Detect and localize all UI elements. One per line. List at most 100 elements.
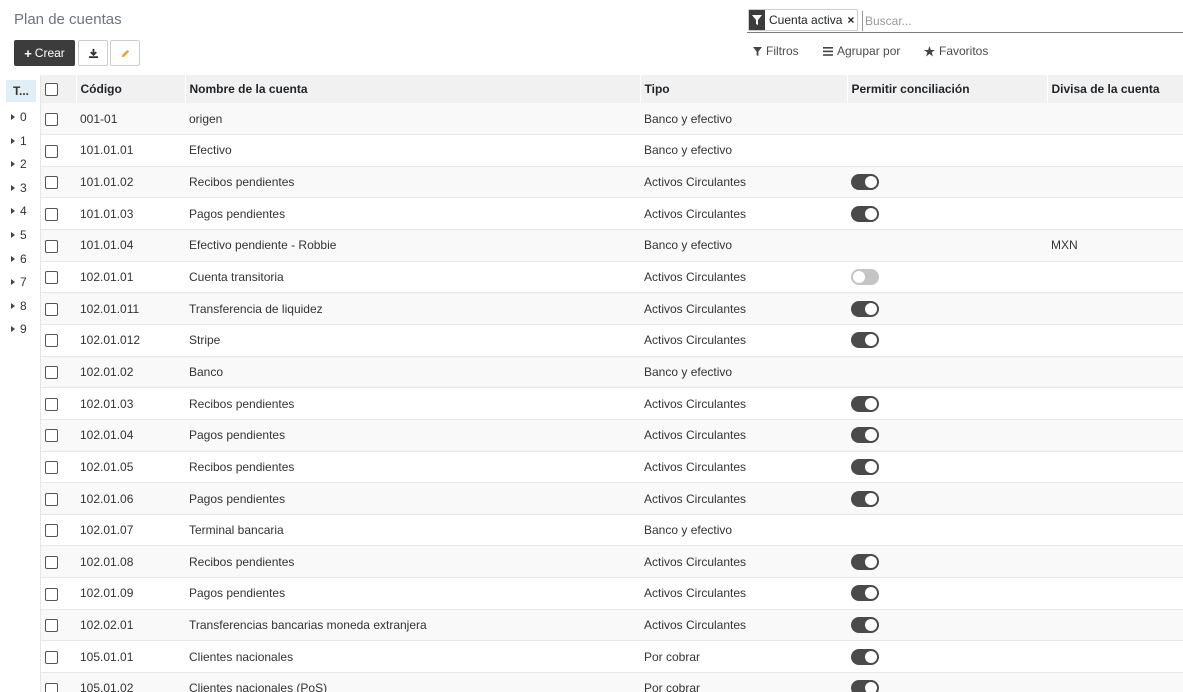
table-row[interactable]: 102.01.04 Pagos pendientes Activos Circula… [41, 419, 1183, 452]
row-select-cell [41, 388, 76, 420]
row-checkbox[interactable] [45, 302, 58, 316]
row-checkbox[interactable] [45, 682, 58, 692]
table-row[interactable]: 102.01.03 Recibos pendientes Activos Circu… [41, 387, 1183, 420]
cell-reconcile [847, 261, 1047, 293]
sidebar-item-8[interactable]: 8 [11, 299, 27, 313]
reconcile-toggle[interactable] [851, 648, 879, 665]
table-row[interactable]: 102.01.07 Terminal bancaria Banco y efecti… [41, 514, 1183, 546]
download-button[interactable] [78, 40, 108, 66]
row-checkbox[interactable] [45, 619, 58, 633]
filters-button[interactable]: Filtros [753, 44, 799, 58]
row-select-cell [41, 198, 76, 230]
cell-type: Banco y efectivo [644, 238, 733, 253]
cell-code: 102.01.03 [80, 396, 134, 411]
sidebar-item-9[interactable]: 9 [11, 322, 27, 336]
column-header-currency[interactable]: Divisa de la cuenta [1047, 75, 1183, 103]
column-header-reconcile[interactable]: Permitir conciliación [847, 75, 1048, 103]
favorites-button[interactable]: Favoritos [924, 44, 988, 58]
search-facet[interactable]: Cuenta activa × [748, 9, 859, 31]
table-row[interactable]: 101.01.04 Efectivo pendiente - Robbie Banc… [41, 229, 1183, 262]
row-select-cell [41, 230, 76, 262]
reconcile-toggle[interactable] [851, 617, 879, 634]
row-checkbox[interactable] [45, 555, 58, 569]
cell-type: Activos Circulantes [644, 618, 747, 633]
select-all-cell [41, 75, 77, 103]
table-row[interactable]: 001-01 origen Banco y efectivo [41, 103, 1183, 135]
sidebar-item-3[interactable]: 3 [11, 181, 27, 195]
reconcile-toggle[interactable] [851, 205, 879, 222]
table-row[interactable]: 102.01.02 Banco Banco y efectivo [41, 356, 1183, 388]
row-checkbox[interactable] [45, 239, 58, 253]
row-checkbox[interactable] [45, 207, 58, 221]
row-checkbox[interactable] [45, 271, 58, 285]
reconcile-toggle[interactable] [851, 680, 879, 692]
table-row[interactable]: 101.01.01 Efectivo Banco y efectivo [41, 134, 1183, 167]
row-checkbox[interactable] [45, 366, 58, 380]
row-select-cell [41, 578, 76, 610]
table-row[interactable]: 102.01.06 Pagos pendientes Activos Circula… [41, 482, 1183, 515]
edit-button[interactable] [110, 40, 140, 66]
row-checkbox[interactable] [45, 587, 58, 601]
table-row[interactable]: 102.01.011 Transferencia de liquidez Activ… [41, 292, 1183, 325]
cell-code: 102.01.05 [80, 459, 134, 474]
row-checkbox[interactable] [45, 112, 58, 126]
select-all-checkbox[interactable] [45, 83, 58, 97]
reconcile-toggle[interactable] [851, 458, 879, 475]
cell-type: Por cobrar [644, 681, 701, 692]
cell-name: Recibos pendientes [189, 175, 295, 190]
table-row[interactable]: 102.01.012 Stripe Activos Circulantes [41, 324, 1183, 357]
reconcile-toggle[interactable] [851, 269, 879, 286]
table-row[interactable]: 101.01.03 Pagos pendientes Activos Circula… [41, 197, 1183, 230]
caret-right-icon [11, 255, 15, 262]
cell-code: 102.01.06 [80, 491, 134, 506]
table-row[interactable]: 105.01.02 Clientes nacionales (PoS) Por co… [41, 672, 1183, 692]
cell-reconcile [847, 451, 1047, 483]
reconcile-toggle[interactable] [851, 174, 879, 191]
cell-code: 102.01.01 [80, 270, 134, 285]
row-checkbox[interactable] [45, 461, 58, 475]
table-row[interactable]: 102.02.01 Transferencias bancarias moneda… [41, 609, 1183, 641]
reconcile-toggle[interactable] [851, 395, 879, 412]
reconcile-toggle[interactable] [851, 427, 879, 444]
table-row[interactable]: 102.01.01 Cuenta transitoria Activos Circu… [41, 261, 1183, 293]
create-button[interactable]: + Crear [14, 40, 75, 66]
sidebar-item-2[interactable]: 2 [11, 157, 27, 171]
row-checkbox[interactable] [45, 524, 58, 538]
cell-type: Banco y efectivo [644, 364, 733, 379]
sidebar-item-0[interactable]: 0 [11, 110, 27, 124]
sidebar-item-label: 9 [20, 322, 27, 337]
close-icon[interactable]: × [845, 10, 857, 30]
table-row[interactable]: 102.01.05 Recibos pendientes Activos Circu… [41, 451, 1183, 483]
row-checkbox[interactable] [45, 492, 58, 506]
sidebar-item-5[interactable]: 5 [11, 228, 27, 242]
sidebar-item-label: 6 [20, 251, 27, 266]
sidebar-item-4[interactable]: 4 [11, 204, 27, 218]
sidebar-item-1[interactable]: 1 [11, 134, 27, 148]
row-checkbox[interactable] [45, 334, 58, 348]
reconcile-toggle[interactable] [851, 553, 879, 570]
cell-currency [1047, 578, 1183, 610]
table-row[interactable]: 101.01.02 Recibos pendientes Activos Circu… [41, 166, 1183, 198]
table-row[interactable]: 105.01.01 Clientes nacionales Por cobrar [41, 640, 1183, 673]
search-input[interactable] [862, 11, 1180, 31]
sidebar-item-label: 3 [20, 180, 27, 195]
accounts-table: Código Nombre de la cuenta Tipo Permitir… [41, 75, 1183, 692]
row-checkbox[interactable] [45, 650, 58, 664]
row-checkbox[interactable] [45, 397, 58, 411]
reconcile-toggle[interactable] [851, 585, 879, 602]
reconcile-toggle[interactable] [851, 300, 879, 317]
sidebar-item-7[interactable]: 7 [11, 275, 27, 289]
row-checkbox[interactable] [45, 144, 58, 158]
table-row[interactable]: 102.01.08 Recibos pendientes Activos Circu… [41, 545, 1183, 578]
reconcile-toggle[interactable] [851, 332, 879, 349]
group-by-button[interactable]: Agrupar por [823, 44, 900, 58]
row-checkbox[interactable] [45, 429, 58, 443]
column-header-type[interactable]: Tipo [640, 75, 848, 103]
table-row[interactable]: 102.01.09 Pagos pendientes Activos Circula… [41, 577, 1183, 610]
sidebar-item-6[interactable]: 6 [11, 252, 27, 266]
reconcile-toggle[interactable] [851, 490, 879, 507]
column-header-code[interactable]: Código [76, 75, 186, 103]
row-checkbox[interactable] [45, 176, 58, 190]
column-header-name[interactable]: Nombre de la cuenta [185, 75, 641, 103]
search-panel-header[interactable]: T... [6, 80, 36, 102]
